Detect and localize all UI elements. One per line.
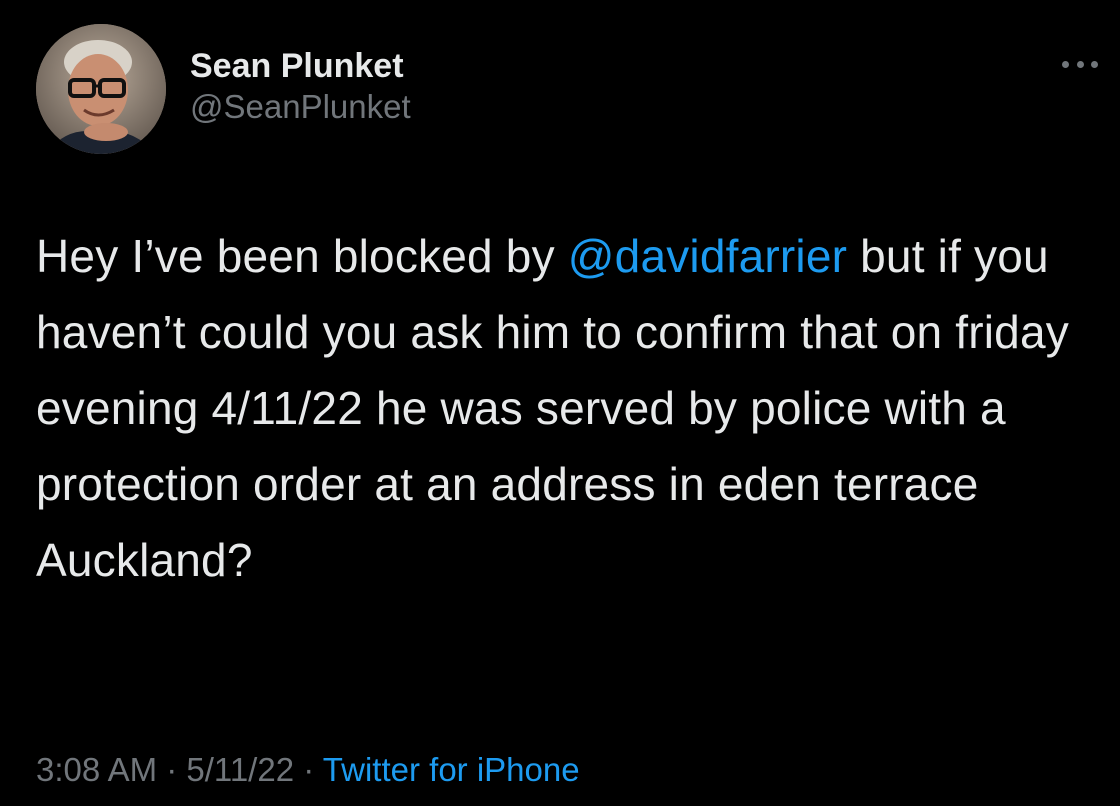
tweet-text-part1: Hey I’ve been blocked by [36,230,568,282]
tweet-time[interactable]: 3:08 AM [36,751,157,788]
meta-separator: · [157,751,187,788]
display-name[interactable]: Sean Plunket [190,45,411,87]
mention-link[interactable]: @davidfarrier [568,230,847,282]
tweet-text: Hey I’ve been blocked by @davidfarrier b… [36,218,1096,598]
avatar-photo [36,24,166,154]
more-horizontal-icon-dot [1091,60,1098,68]
user-handle[interactable]: @SeanPlunket [190,87,411,127]
more-horizontal-icon-dot [1076,60,1084,68]
more-horizontal-icon [1062,60,1069,68]
tweet-text-part2: but if you haven’t could you ask him to … [36,230,1069,586]
meta-separator: · [294,751,323,788]
tweet-date[interactable]: 5/11/22 [186,751,294,788]
tweet-source-link[interactable]: Twitter for iPhone [323,751,580,788]
more-options-button[interactable] [1058,50,1102,78]
user-info[interactable]: Sean Plunket @SeanPlunket [190,45,411,127]
tweet-meta: 3:08 AM · 5/11/22 · Twitter for iPhone [36,748,580,792]
avatar[interactable] [36,24,166,154]
